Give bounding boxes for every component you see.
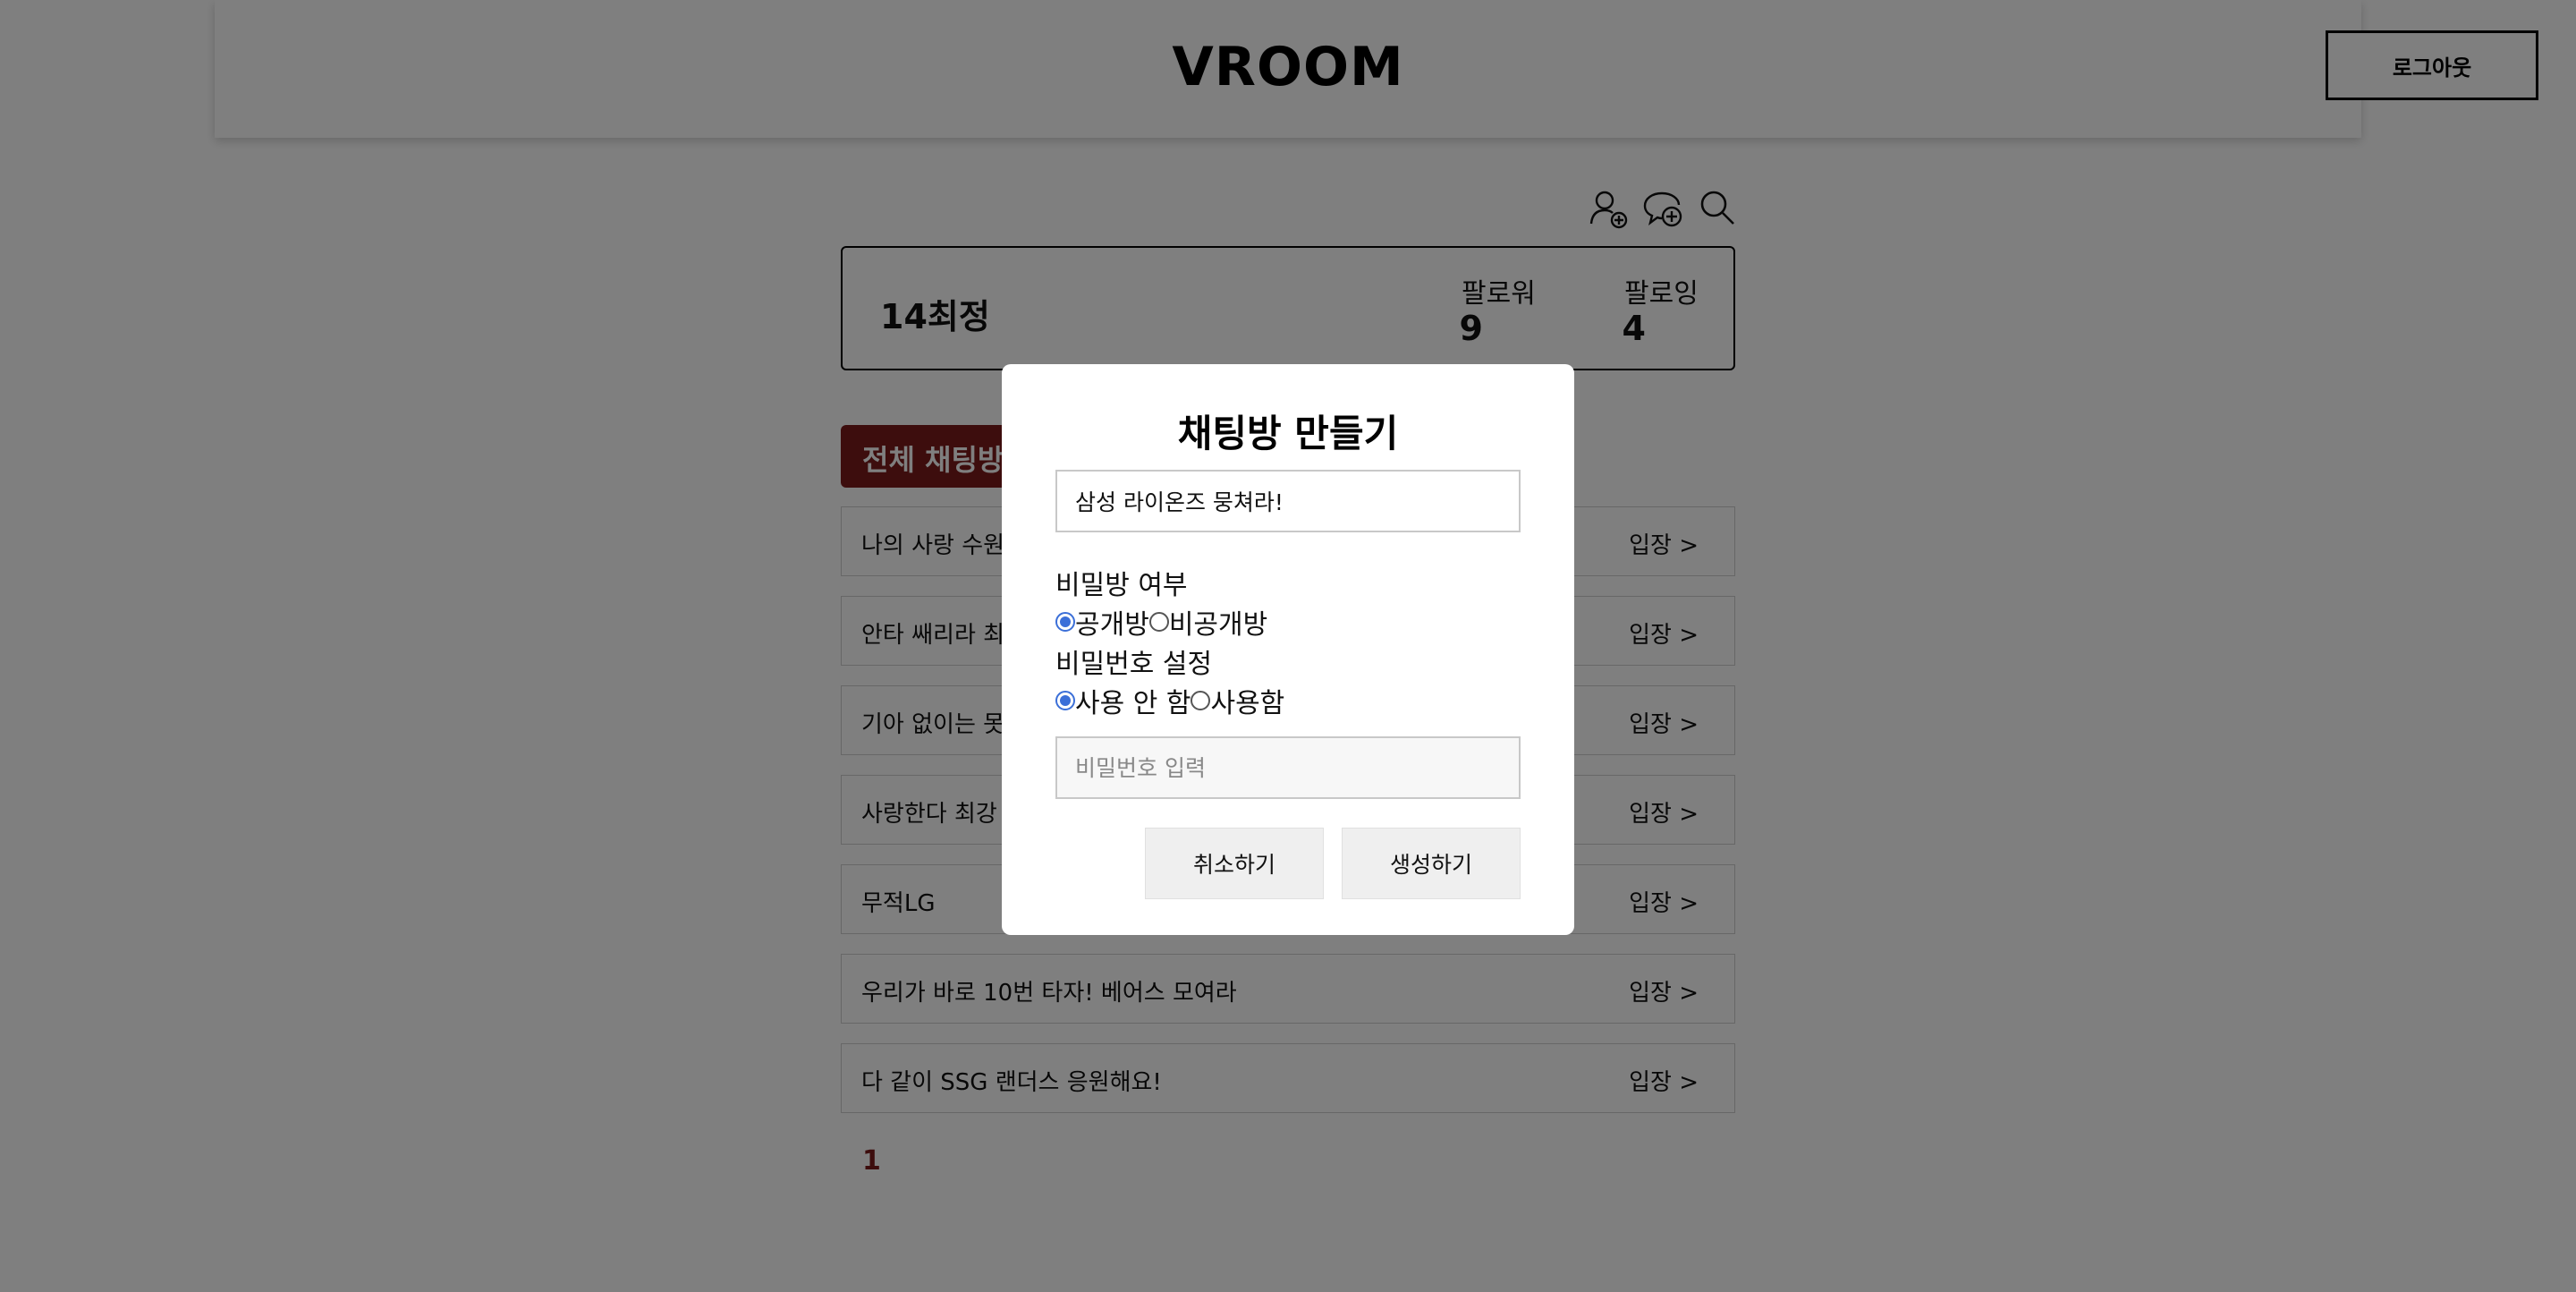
password-setting-label: 비밀번호 설정 — [1055, 649, 1213, 680]
create-button[interactable]: 생성하기 — [1342, 828, 1521, 899]
password-input[interactable] — [1055, 736, 1521, 799]
public-radio[interactable] — [1055, 612, 1075, 632]
password-on-radio[interactable] — [1191, 691, 1211, 710]
password-off-radio[interactable] — [1055, 691, 1075, 710]
password-off-label[interactable]: 사용 안 함 — [1075, 681, 1191, 720]
secret-room-label: 비밀방 여부 — [1055, 570, 1188, 601]
room-name-input[interactable] — [1055, 470, 1521, 532]
public-option-label[interactable]: 공개방 — [1075, 602, 1149, 642]
password-options: 사용 안 함 사용함 — [1055, 681, 1284, 720]
private-option-label[interactable]: 비공개방 — [1169, 602, 1267, 642]
private-radio[interactable] — [1148, 612, 1169, 632]
create-room-modal: 채팅방 만들기 비밀방 여부 공개방 비공개방 비밀번호 설정 사용 안 함 사… — [1002, 364, 1574, 935]
modal-title: 채팅방 만들기 — [1177, 412, 1399, 455]
password-on-label[interactable]: 사용함 — [1210, 681, 1284, 720]
cancel-button[interactable]: 취소하기 — [1145, 828, 1324, 899]
secret-room-options: 공개방 비공개방 — [1055, 602, 1267, 642]
